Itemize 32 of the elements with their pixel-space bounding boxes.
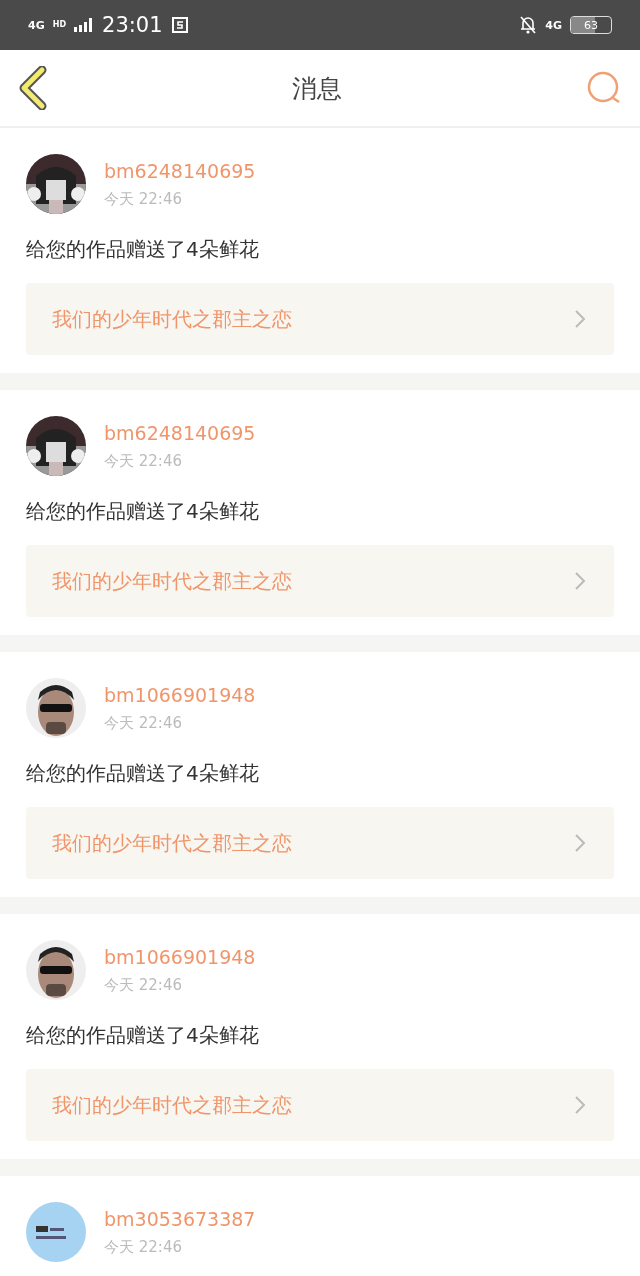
network-label: 4G [545, 19, 562, 31]
message-time: 今天 22:46 [104, 975, 183, 995]
page-title: 消息 [292, 72, 342, 105]
username[interactable]: bm6248140695 [104, 159, 256, 182]
username[interactable]: bm6248140695 [104, 421, 256, 444]
message-time: 今天 22:46 [104, 713, 183, 733]
chevron-icon [574, 1095, 586, 1115]
username[interactable]: bm3053673387 [104, 1207, 256, 1230]
username[interactable]: bm1066901948 [104, 945, 256, 968]
username[interactable]: bm1066901948 [104, 683, 256, 706]
battery-icon: 63 [570, 16, 612, 34]
clock-time: 23:01 [102, 13, 163, 37]
chevron-icon [574, 309, 586, 329]
work-link[interactable]: 我们的少年时代之郡主之恋 [26, 807, 614, 879]
chevron-icon [574, 833, 586, 853]
back-icon[interactable] [18, 66, 48, 110]
signal-icon [74, 18, 95, 32]
work-link[interactable]: 我们的少年时代之郡主之恋 [26, 545, 614, 617]
hd-label: HD [52, 21, 67, 29]
message-text: 给您的作品赠送了4朵鲜花 [26, 236, 260, 263]
work-link[interactable]: 我们的少年时代之郡主之恋 [26, 283, 614, 355]
message-text: 给您的作品赠送了4朵鲜花 [26, 498, 260, 525]
message-time: 今天 22:46 [104, 1237, 183, 1257]
work-link[interactable]: 我们的少年时代之郡主之恋 [26, 1069, 614, 1141]
network-label: 4G [28, 19, 45, 31]
bell-off-icon [519, 15, 538, 35]
message-text: 给您的作品赠送了4朵鲜花 [26, 760, 260, 787]
message-time: 今天 22:46 [104, 451, 183, 471]
chevron-icon [574, 571, 586, 591]
message-text: 给您的作品赠送了4朵鲜花 [26, 1022, 260, 1049]
screenshot-icon [170, 16, 189, 34]
message-time: 今天 22:46 [104, 189, 183, 209]
